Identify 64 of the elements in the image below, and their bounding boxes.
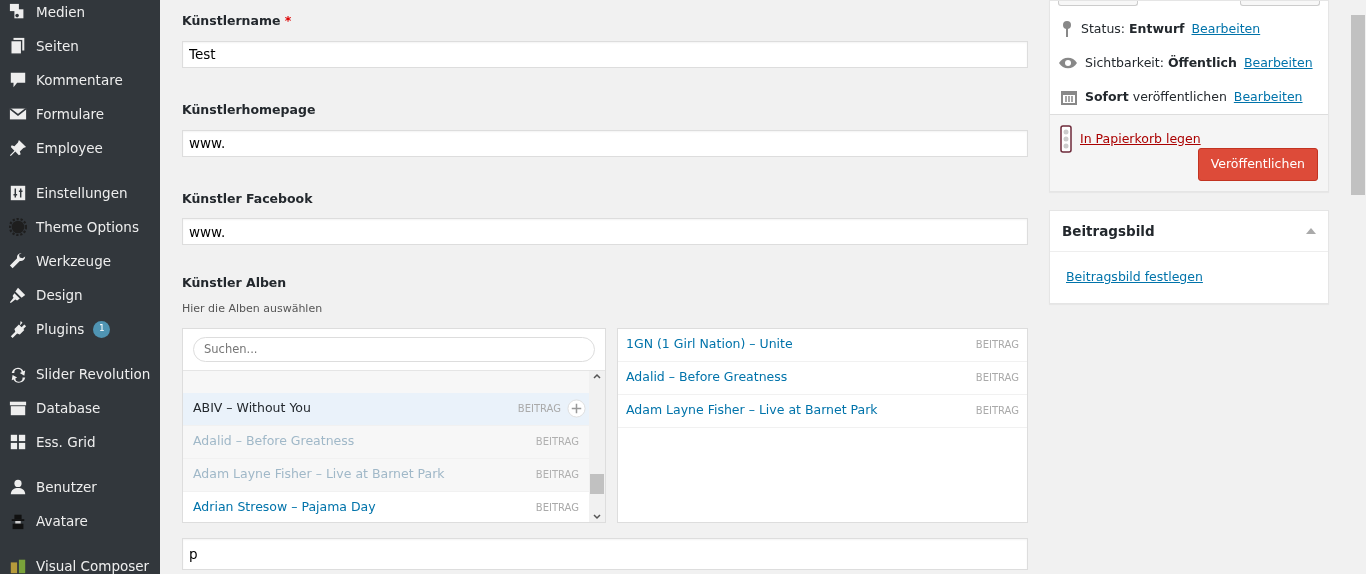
button[interactable] [1058, 1, 1138, 6]
sidebar-item[interactable]: Design [0, 278, 160, 312]
choice-item[interactable]: ABIV – Without You BEITRAG [183, 392, 589, 426]
scroll-up-icon[interactable] [593, 372, 601, 379]
field-label: Künstlerhomepage [182, 100, 316, 119]
sidebar-item[interactable]: Einstellungen [0, 176, 160, 210]
plug-icon [9, 320, 27, 338]
input-field[interactable]: Test [182, 40, 1028, 68]
refresh-icon [9, 365, 27, 383]
sidebar-item[interactable]: Ess. Grid [0, 425, 160, 459]
archive-icon [9, 399, 27, 417]
eye-icon [1058, 56, 1078, 70]
speech-bubble-icon [9, 71, 27, 89]
sidebar-item[interactable]: Formulare [0, 97, 160, 131]
count-badge: 1 [93, 320, 111, 338]
field-hint: Hier die Alben auswählen [182, 301, 323, 317]
sidebar-item[interactable]: Werkzeuge [0, 244, 160, 278]
pin-icon [9, 139, 27, 157]
sidebar-item[interactable]: Seiten [0, 29, 160, 63]
search-field[interactable]: Suchen... [193, 336, 595, 362]
avatar-icon [9, 512, 27, 530]
brush-icon [9, 286, 27, 304]
sidebar-item[interactable]: Database [0, 391, 160, 425]
grid-icon [9, 433, 27, 451]
featured-image-link[interactable]: Beitragsbild festlegen [1066, 269, 1203, 284]
sidebar-item[interactable]: Slider Revolution [0, 357, 160, 391]
choice-item[interactable]: Adrian Stresow – Pajama Day BEITRAG [183, 491, 589, 522]
sidebar-item[interactable]: Visual Composer [0, 549, 160, 574]
scrollbar-thumb[interactable] [590, 473, 604, 494]
sidebar-item[interactable]: Plugins 1 [0, 312, 160, 346]
trash-icon [1060, 125, 1072, 153]
wrench-icon [9, 252, 27, 270]
sidebar-item[interactable]: Medien [0, 0, 160, 29]
edit-link[interactable]: Bearbeiten [1243, 53, 1313, 73]
user-icon [9, 478, 27, 496]
trash-link[interactable]: In Papierkorb legen [1080, 129, 1201, 149]
scrollbar-thumb[interactable] [1351, 15, 1365, 195]
add-icon[interactable] [567, 399, 586, 418]
pages-icon [9, 37, 27, 55]
edit-link[interactable]: Bearbeiten [1233, 87, 1303, 107]
sidebar-item[interactable]: Theme Options [0, 210, 160, 244]
sidebar-item[interactable]: Avatare [0, 504, 160, 538]
button[interactable] [1240, 1, 1320, 6]
field-label: Künstler Alben [182, 274, 287, 293]
calendar-icon [1060, 88, 1078, 106]
pin-icon [1060, 20, 1074, 38]
sidebar-item[interactable]: Benutzer [0, 470, 160, 504]
edit-link[interactable]: Bearbeiten [1191, 19, 1261, 39]
sidebar-item[interactable]: Employee [0, 131, 160, 165]
input-field[interactable]: www. [182, 129, 1028, 157]
input-field[interactable]: www. [182, 218, 1028, 246]
scroll-down-icon[interactable] [593, 513, 601, 520]
collapse-icon[interactable] [1306, 227, 1316, 234]
field-label: Künstlername * [182, 12, 292, 30]
sidebar-item[interactable]: Kommentare [0, 63, 160, 97]
gear-icon [9, 218, 27, 236]
status-text: Sofort veröffentlichen [1085, 87, 1227, 106]
publish-button[interactable]: Veröffentlichen [1197, 148, 1318, 181]
status-text: Sichtbarkeit: Öffentlich [1085, 53, 1237, 72]
status-text: Status: Entwurf [1081, 19, 1185, 38]
box-title: Beitragsbild [1062, 221, 1155, 241]
input-field[interactable]: p [182, 537, 1028, 570]
sliders-icon [9, 184, 27, 202]
field-label: Künstler Facebook [182, 189, 313, 208]
